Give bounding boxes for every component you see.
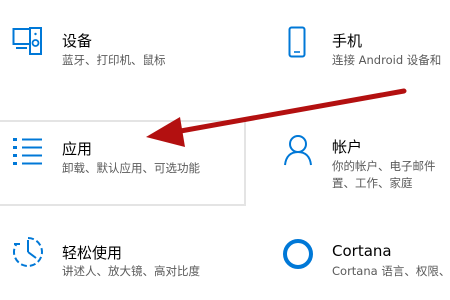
tile-title: 轻松使用 (62, 244, 123, 262)
tile-title: 设备 (62, 32, 93, 50)
settings-tile-phone[interactable]: 手机 连接 Android 设备和 (265, 20, 450, 80)
tile-subtitle-line2: 置、工作、家庭 (332, 176, 413, 190)
settings-tile-ease-of-access[interactable]: 轻松使用 讲述人、放大镜、高对比度 (0, 230, 250, 290)
tile-title: 手机 (332, 32, 363, 50)
apps-list-icon (12, 136, 44, 170)
tile-subtitle: 连接 Android 设备和 (332, 53, 442, 67)
devices-icon (12, 26, 44, 60)
settings-home: 设备 蓝牙、打印机、鼠标 手机 连接 Android 设备和 应用 卸载、默认应… (0, 0, 450, 300)
cortana-ring-icon (282, 238, 314, 274)
tile-title: 帐户 (332, 138, 363, 156)
tile-subtitle: 蓝牙、打印机、鼠标 (62, 53, 166, 67)
tile-subtitle: 卸载、默认应用、可选功能 (62, 161, 200, 175)
settings-tile-cortana[interactable]: Cortana Cortana 语言、权限、 (265, 230, 450, 290)
settings-tile-apps[interactable]: 应用 卸载、默认应用、可选功能 (0, 120, 246, 206)
tile-title: Cortana (332, 242, 392, 260)
ease-of-access-icon (12, 236, 44, 272)
person-icon (283, 134, 313, 170)
tile-subtitle: 讲述人、放大镜、高对比度 (62, 264, 200, 278)
tile-subtitle: Cortana 语言、权限、 (332, 264, 450, 278)
settings-tile-accounts[interactable]: 帐户 你的帐户、电子邮件 置、工作、家庭 (265, 120, 450, 210)
tile-title: 应用 (62, 140, 93, 158)
phone-icon (288, 26, 306, 62)
settings-tile-devices[interactable]: 设备 蓝牙、打印机、鼠标 (0, 20, 250, 80)
